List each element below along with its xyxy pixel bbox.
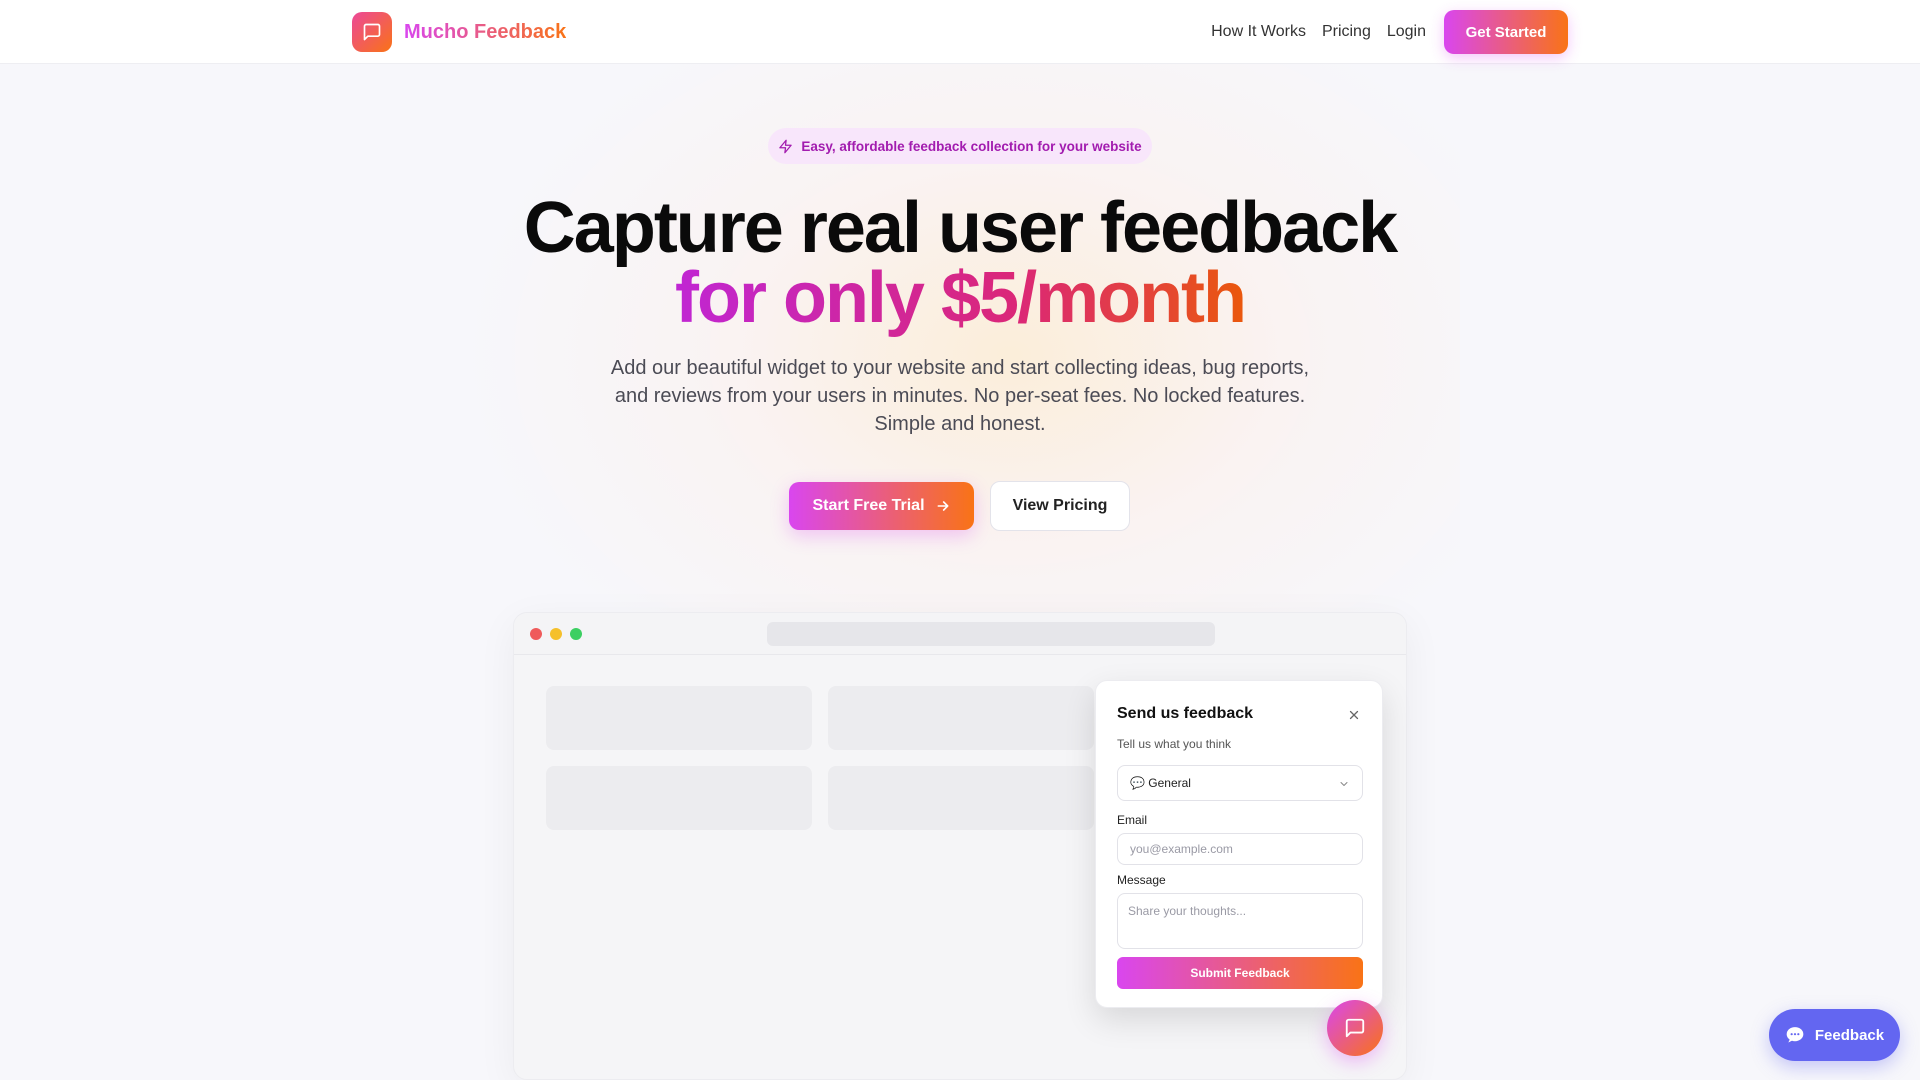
widget-subtitle: Tell us what you think (1117, 737, 1232, 751)
submit-feedback-button[interactable]: Submit Feedback (1117, 957, 1363, 989)
main-nav: How It Works Pricing Login Get Started (1195, 10, 1568, 54)
window-minimize-dot (550, 628, 562, 640)
url-bar (767, 622, 1215, 646)
message-label: Message (1117, 873, 1166, 887)
hero-badge: Easy, affordable feedback collection for… (768, 128, 1152, 164)
email-field[interactable] (1117, 833, 1363, 865)
placeholder-card (828, 766, 1094, 830)
nav-pricing[interactable]: Pricing (1322, 23, 1371, 41)
window-maximize-dot (570, 628, 582, 640)
widget-title: Send us feedback (1117, 705, 1254, 722)
chevron-down-icon (1340, 782, 1348, 786)
brand-logo[interactable]: Mucho Feedback (352, 12, 566, 52)
hero-headline-line1: Capture real user feedback (523, 188, 1398, 268)
start-free-trial-label: Start Free Trial (812, 497, 925, 514)
nav-login[interactable]: Login (1387, 23, 1426, 41)
email-label: Email (1117, 813, 1148, 827)
hero-subtext: Add our beautiful widget to your website… (610, 357, 1310, 435)
chat-bubble-icon (1786, 1027, 1804, 1043)
placeholder-card (546, 766, 812, 830)
message-field[interactable] (1117, 893, 1363, 949)
top-navbar: Mucho Feedback How It Works Pricing Logi… (0, 0, 1920, 64)
feedback-widget-panel: Send us feedback Tell us what you think … (1095, 680, 1383, 1008)
hero-headline-highlight: for only $5/month (674, 258, 1247, 338)
message-square-icon (1345, 1018, 1365, 1038)
window-close-dot (530, 628, 542, 640)
feedback-type-select[interactable]: 💬 General (1117, 765, 1363, 801)
arrow-right-icon (937, 501, 948, 511)
close-icon[interactable] (1344, 705, 1364, 725)
placeholder-card (546, 686, 812, 750)
placeholder-card (828, 686, 1094, 750)
lightning-icon (779, 139, 793, 153)
widget-launcher-button[interactable] (1327, 1000, 1383, 1056)
hero-headline-line2: for only $5/month (0, 262, 1920, 334)
get-started-button[interactable]: Get Started (1444, 10, 1568, 54)
browser-toolbar (514, 613, 1406, 655)
brand-name: Mucho Feedback (404, 20, 567, 43)
hero-badge-text: Easy, affordable feedback collection for… (801, 138, 1142, 154)
feedback-type-value: 💬 General (1130, 776, 1191, 790)
floating-feedback-label: Feedback (1814, 1026, 1885, 1044)
message-square-icon (352, 12, 392, 52)
view-pricing-button[interactable]: View Pricing (990, 481, 1130, 531)
start-free-trial-button[interactable]: Start Free Trial (789, 482, 974, 530)
nav-how-it-works[interactable]: How It Works (1211, 23, 1306, 41)
floating-feedback-button[interactable]: Feedback (1769, 1009, 1900, 1061)
